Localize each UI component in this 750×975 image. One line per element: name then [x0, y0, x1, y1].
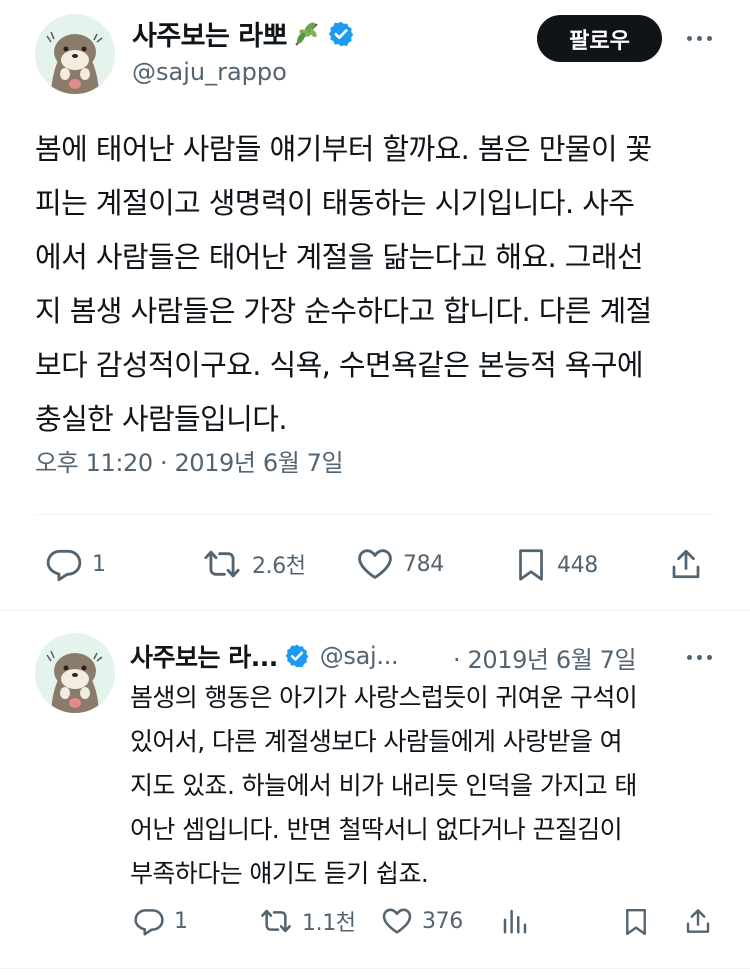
retweet-icon: [261, 909, 291, 933]
reply-retweet-count: 1.1천: [302, 911, 356, 936]
reply-icon: [134, 909, 164, 936]
share-icon: [686, 909, 710, 933]
tweet-text-line: 충실한 사람들입니다.: [35, 402, 288, 436]
reply-share-button[interactable]: [683, 905, 713, 937]
reply-reply-button[interactable]: 1: [132, 905, 188, 937]
bottom-divider: [0, 968, 750, 969]
otter-avatar-icon: [35, 14, 115, 94]
tweet-text-line: 봄에 태어난 사람들 얘기부터 할까요. 봄은 만물이 꽃: [35, 132, 652, 166]
reply-author-name[interactable]: 사주보는 라...: [130, 638, 278, 674]
author-name-row: 사주보는 라뽀: [132, 14, 355, 53]
retweet-button[interactable]: 2.6천: [200, 545, 306, 583]
share-icon: [672, 549, 700, 579]
reply-text: 봄생의 행동은 아기가 사랑스럽듯이 귀여운 구석이 있어서, 다른 계절생보다…: [130, 676, 720, 896]
author-handle[interactable]: @saju_rappo: [132, 58, 287, 86]
reply-bookmark-button[interactable]: [621, 905, 651, 939]
bookmark-button[interactable]: 448: [513, 545, 598, 585]
tweet-text: 봄에 태어난 사람들 얘기부터 할까요. 봄은 만물이 꽃 피는 계절이고 생명…: [35, 122, 725, 446]
like-button[interactable]: 784: [355, 545, 444, 583]
reply-like-button[interactable]: 376: [380, 905, 463, 937]
otter-avatar-icon: [35, 633, 115, 713]
views-icon: [503, 909, 527, 934]
views-button[interactable]: [500, 905, 530, 937]
reply-reply-count: 1: [174, 908, 188, 934]
reply-header: 사주보는 라... @saj...: [130, 638, 399, 674]
thread-divider: [0, 610, 750, 611]
retweet-count: 2.6천: [252, 554, 306, 579]
reply-count: 1: [92, 551, 106, 577]
like-icon: [382, 908, 412, 934]
verified-badge-icon: [284, 643, 310, 669]
reply-text-line: 부족하다는 얘기도 듣기 쉽죠.: [130, 859, 429, 888]
reply-author-avatar[interactable]: [35, 633, 115, 713]
reply-button[interactable]: 1: [44, 545, 106, 583]
bookmark-count: 448: [557, 552, 598, 578]
author-display-name[interactable]: 사주보는 라뽀: [132, 14, 287, 53]
more-icon[interactable]: [681, 645, 717, 669]
reply-author-handle[interactable]: @saj...: [320, 642, 399, 670]
author-avatar[interactable]: [35, 14, 115, 94]
more-icon[interactable]: [681, 26, 717, 50]
reply-text-line: 있어서, 다른 계절생보다 사람들에게 사랑받을 여: [130, 727, 623, 756]
tweet-timestamp[interactable]: 오후 11:20 · 2019년 6월 7일: [35, 443, 344, 478]
reply-date[interactable]: · 2019년 6월 7일: [453, 640, 637, 675]
like-icon: [358, 549, 392, 579]
reply-text-line: 지도 있죠. 하늘에서 비가 내리듯 인덕을 가지고 태: [130, 771, 637, 800]
leaf-emoji-icon: [291, 19, 321, 49]
reply-retweet-button[interactable]: 1.1천: [258, 905, 356, 937]
like-count: 784: [403, 551, 444, 577]
tweet-text-line: 에서 사람들은 태어난 계절을 닮는다고 해요. 그래선: [35, 240, 644, 274]
reply-icon: [46, 549, 82, 582]
reply-like-count: 376: [422, 908, 463, 934]
reply-text-line: 어난 셈입니다. 반면 철딱서니 없다거나 끈질김이: [130, 815, 623, 844]
tweet-text-line: 보다 감성적이구요. 식욕, 수면욕같은 본능적 욕구에: [35, 348, 644, 382]
bookmark-icon: [626, 908, 646, 936]
tweet-text-line: 피는 계절이고 생명력이 태동하는 시기입니다. 사주: [35, 186, 635, 220]
tweet-text-line: 지 봄생 사람들은 가장 순수하다고 합니다. 다른 계절: [35, 294, 652, 328]
bookmark-icon: [519, 549, 543, 581]
follow-button[interactable]: 팔로우: [537, 15, 662, 62]
reply-text-line: 봄생의 행동은 아기가 사랑스럽듯이 귀여운 구석이: [130, 683, 638, 712]
share-button[interactable]: [668, 545, 704, 583]
divider: [35, 514, 715, 515]
verified-badge-icon: [327, 20, 355, 48]
retweet-icon: [204, 550, 240, 578]
